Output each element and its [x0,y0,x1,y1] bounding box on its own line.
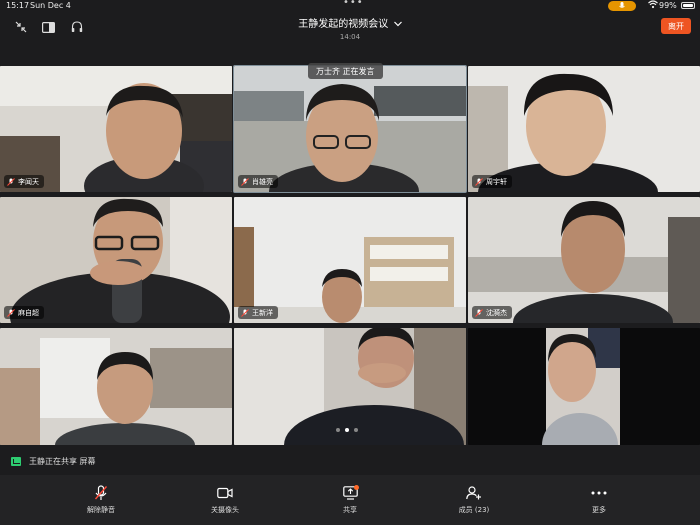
multitasking-dots-icon[interactable]: ••• [343,0,364,8]
video-feed [468,197,700,323]
status-bar: 15:17 Sun Dec 4 ••• 99% [0,0,700,12]
mic-off-icon [61,485,141,501]
video-tile[interactable]: 王新洋 [234,197,466,323]
leave-button[interactable]: 离开 [661,18,691,34]
page-dot-active[interactable] [345,428,349,432]
battery-icon [681,2,695,9]
status-time: 15:17 [6,1,30,10]
page-dot[interactable] [354,428,358,432]
screen-share-text: 王静正在共享 屏幕 [29,456,96,466]
participant-name: 李闻天 [18,177,39,186]
participant-name: 王新洋 [252,308,273,317]
camera-off-button[interactable]: 关摄像头 [185,485,265,515]
meeting-header: 王静发起的视频会议 14:04 离开 [0,12,700,42]
unmute-label: 解除静音 [87,506,115,514]
participant-nameplate: 李闻天 [4,175,44,188]
share-button[interactable]: 共享 [310,485,390,515]
video-tile[interactable]: 李闻天 [0,66,232,192]
meeting-toolbar: 解除静音 关摄像头 共享 成员 (23) 更多 [0,475,700,525]
video-feed [234,66,466,192]
members-button[interactable]: 成员 (23) [434,485,514,515]
wifi-icon [648,0,658,11]
page-dot[interactable] [336,428,340,432]
screen-share-banner[interactable]: 王静正在共享 屏幕 [0,450,700,472]
screen-share-icon [11,456,21,466]
participant-name: 肖雄亮 [252,177,273,186]
more-label: 更多 [592,506,606,514]
video-tile[interactable]: 麻自超 [0,197,232,323]
video-feed [468,328,700,445]
mic-muted-icon [241,308,249,317]
page-indicator[interactable] [336,428,358,432]
video-feed [0,197,232,323]
video-tile[interactable] [0,328,232,445]
unmute-button[interactable]: 解除静音 [61,485,141,515]
video-feed [468,66,700,192]
video-tile-active-speaker[interactable]: 肖雄亮 [233,65,467,193]
mic-muted-icon [7,308,15,317]
members-label: 成员 (23) [458,506,490,514]
participant-name: 周宇轩 [486,177,507,186]
participant-nameplate: 沈漪杰 [472,306,512,319]
active-speaker-label: 万士齐 正在发言 [308,63,383,79]
status-date: Sun Dec 4 [30,1,71,10]
mic-muted-icon [7,177,15,186]
battery-percent: 99% [659,1,677,10]
share-label: 共享 [343,506,357,514]
video-tile[interactable] [468,328,700,445]
camera-off-label: 关摄像头 [211,506,239,514]
participant-name: 麻自超 [18,308,39,317]
video-feed [234,197,466,323]
more-dots-icon [559,485,639,501]
speaker-headphone-icon[interactable] [70,20,84,34]
video-feed [0,328,232,445]
screen-share-icon [310,485,390,501]
video-feed [0,66,232,192]
meeting-title-area[interactable]: 王静发起的视频会议 14:04 [200,15,500,41]
participant-nameplate: 麻自超 [4,306,44,319]
more-button[interactable]: 更多 [559,485,639,515]
mic-muted-icon [241,177,249,186]
meeting-title-text: 王静发起的视频会议 [298,19,389,30]
participant-nameplate: 肖雄亮 [238,175,278,188]
participant-name: 沈漪杰 [486,308,507,317]
video-grid: 李闻天 肖雄亮 周宇轩 麻自超 王新洋 沈漪杰 [0,65,700,445]
minimize-icon[interactable] [14,20,28,34]
mic-muted-icon [475,177,483,186]
meeting-title[interactable]: 王静发起的视频会议 [200,15,500,30]
video-camera-icon [185,485,265,501]
participant-nameplate: 周宇轩 [472,175,512,188]
participant-nameplate: 王新洋 [238,306,278,319]
mic-muted-icon [475,308,483,317]
video-tile[interactable]: 沈漪杰 [468,197,700,323]
add-user-icon [434,485,514,501]
video-tile[interactable]: 周宇轩 [468,66,700,192]
meeting-duration: 14:04 [339,33,361,41]
chevron-down-icon[interactable] [391,20,402,29]
mic-in-use-icon [608,1,636,11]
layout-switch-icon[interactable] [41,20,55,34]
notification-dot [354,485,359,490]
